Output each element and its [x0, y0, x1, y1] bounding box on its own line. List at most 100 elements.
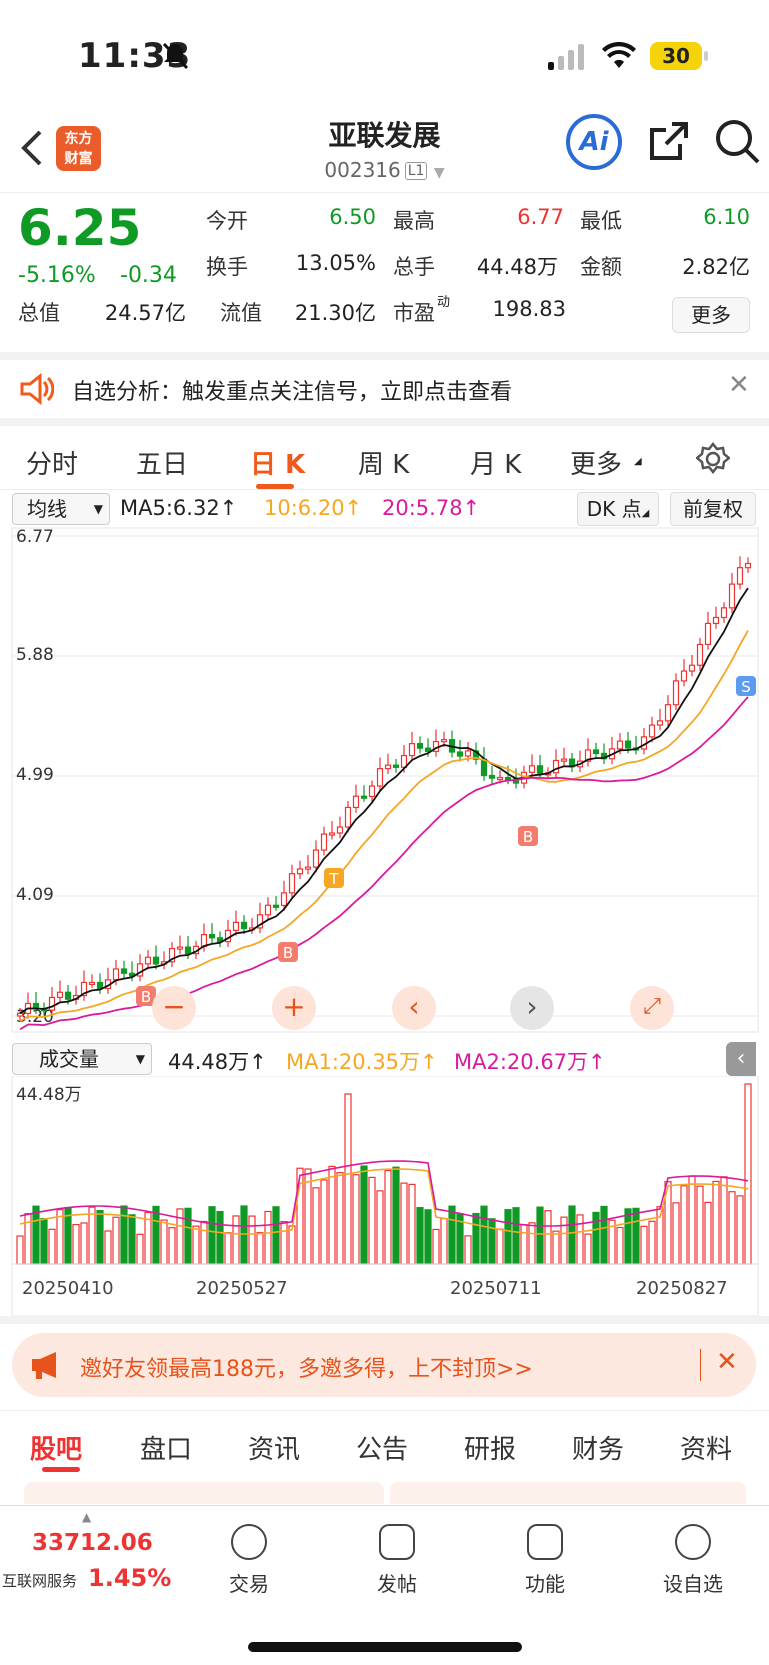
candle-body [704, 622, 712, 646]
volume-select[interactable]: 成交量 ▼ [12, 1043, 152, 1075]
search-icon[interactable] [712, 116, 762, 166]
candle-body [392, 764, 400, 768]
indicator-select[interactable]: 均线 ▼ [12, 493, 110, 525]
volume-bar [424, 1209, 432, 1265]
quote-label-sup: 动 [437, 295, 451, 310]
content-tab-5[interactable]: 财务 [572, 1429, 624, 1466]
candle-body [696, 643, 704, 666]
notice-bar[interactable]: 自选分析：触发重点关注信号，立即点击查看 ✕ [0, 352, 769, 418]
nav-post[interactable]: 发帖 [352, 1524, 442, 1597]
content-tab-3[interactable]: 公告 [356, 1429, 408, 1466]
volume-bar [576, 1214, 584, 1265]
grid-icon [527, 1524, 563, 1560]
tab-0[interactable]: 分时 [26, 444, 78, 481]
volume-bar [104, 1230, 112, 1265]
candle-body [184, 946, 192, 955]
volume-bar [528, 1222, 536, 1265]
share-icon[interactable] [646, 118, 692, 164]
candle-body [672, 680, 680, 706]
kline-chart[interactable]: 6.775.884.994.093.20BBTBS [0, 526, 769, 1038]
more-quote-button[interactable]: 更多 [672, 297, 750, 333]
tab-5[interactable]: 更多 [570, 444, 622, 481]
candle-body [496, 776, 504, 781]
scroll-left-button[interactable]: ‹ [392, 986, 436, 1030]
adjust-button[interactable]: 前复权 [670, 492, 756, 526]
settings-gear-icon[interactable] [696, 442, 730, 476]
volume-bar [680, 1185, 688, 1265]
content-tab-2[interactable]: 资讯 [248, 1429, 300, 1466]
candle-body [312, 849, 320, 868]
invite-banner[interactable]: 邀好友领最高188元，多邀多得，上不封顶>> ✕ [12, 1333, 756, 1397]
caret-down-icon: ▼ [433, 165, 445, 181]
content-tab-1[interactable]: 盘口 [140, 1429, 192, 1466]
candle-body [336, 826, 344, 834]
ai-assistant-button[interactable]: Ai [566, 114, 622, 170]
ma-legend: 均线 ▼ MA5:6.32↑ 10:6.20↑ 20:5.78↑ DK 点◢ 前复… [0, 490, 769, 526]
volume-bar [32, 1205, 40, 1265]
zoom-in-button[interactable]: + [272, 986, 316, 1030]
candle-body [280, 892, 288, 907]
volume-bar [696, 1185, 704, 1265]
zoom-out-button[interactable]: − [152, 986, 196, 1030]
volume-bar [520, 1224, 528, 1265]
volume-bar [192, 1225, 200, 1265]
volume-bar [184, 1207, 192, 1265]
volume-bar [672, 1202, 680, 1265]
index-value[interactable]: 33712.06 [32, 1530, 153, 1556]
candle-body [552, 759, 560, 774]
tab-3[interactable]: 周 K [358, 444, 409, 481]
quote-value: 198.83 [492, 297, 566, 321]
collapse-panel-button[interactable]: ‹ [726, 1042, 756, 1076]
candle-body [680, 670, 688, 682]
dk-point-button[interactable]: DK 点◢ [577, 492, 659, 526]
volume-bar [112, 1216, 120, 1265]
volume-bar [376, 1190, 384, 1265]
close-icon[interactable]: ✕ [728, 370, 750, 400]
signal-marker-label: T [328, 870, 339, 888]
volume-bar [392, 1166, 400, 1265]
date-axis-label: 20250711 [450, 1278, 542, 1299]
candle-body [728, 583, 736, 609]
content-tab-0[interactable]: 股吧 [30, 1429, 82, 1466]
close-icon[interactable]: ✕ [716, 1347, 738, 1377]
tab-4[interactable]: 月 K [470, 444, 521, 481]
nav-trade[interactable]: 交易 [204, 1524, 294, 1597]
volume-bar [288, 1225, 296, 1265]
volume-bar [224, 1232, 232, 1265]
quote-value: 13.05% [295, 251, 376, 275]
wifi-icon [602, 42, 636, 68]
candle-body [88, 981, 96, 986]
volume-bar [256, 1231, 264, 1265]
volume-bar [40, 1218, 48, 1265]
volume-bar [552, 1230, 560, 1265]
volume-bar [560, 1216, 568, 1265]
candle-body [240, 921, 248, 930]
active-tab-underline [256, 484, 294, 489]
candle-body [232, 921, 240, 931]
more-caret-icon: ◢ [634, 456, 642, 467]
fullscreen-button[interactable]: ⤢ [630, 986, 674, 1030]
stock-header: 东方 财富 亚联发展 002316 L1 ▼ Ai [0, 110, 769, 192]
level-badge: L1 [404, 162, 428, 180]
tab-1[interactable]: 五日 [136, 444, 188, 481]
megaphone-icon [32, 1352, 56, 1379]
volume-bar [160, 1219, 168, 1265]
volume-bar [688, 1175, 696, 1265]
content-tab-6[interactable]: 资料 [680, 1429, 732, 1466]
content-tab-4[interactable]: 研报 [464, 1429, 516, 1466]
volume-bar [480, 1205, 488, 1265]
quote-value: 2.82亿 [682, 255, 750, 279]
volume-bar [600, 1205, 608, 1265]
ma-line [19, 630, 749, 1023]
tab-2[interactable]: 日 K [250, 444, 305, 481]
nav-add-watchlist[interactable]: 设自选 [648, 1524, 738, 1597]
scroll-right-button[interactable]: › [510, 986, 554, 1030]
nav-functions[interactable]: 功能 [500, 1524, 590, 1597]
volume-chart[interactable]: 44.48万 20250410 20250527 20250711 20250827 [0, 1076, 769, 1316]
ma5-label: MA5:6.32↑ [120, 496, 238, 520]
volume-bar [416, 1207, 424, 1265]
candle-body [416, 743, 424, 749]
candle-body [712, 616, 720, 625]
candle-body [592, 749, 600, 755]
volume-bar [384, 1169, 392, 1265]
